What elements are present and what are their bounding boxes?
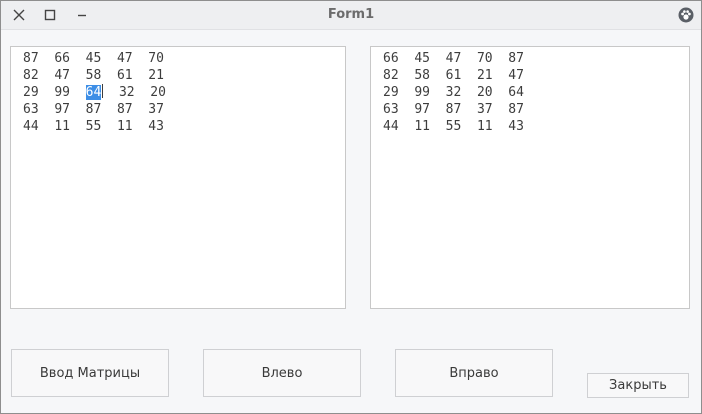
result-matrix-cell: 99 bbox=[414, 85, 430, 100]
source-matrix-cell: 97 bbox=[54, 102, 70, 117]
shift-left-button[interactable]: Влево bbox=[203, 349, 361, 397]
result-matrix-cell: 87 bbox=[508, 51, 524, 66]
result-matrix-cell: 20 bbox=[476, 85, 493, 100]
result-matrix-cell: 55 bbox=[445, 119, 462, 134]
title-bar: Form1 bbox=[1, 1, 701, 30]
source-matrix-cell: 29 bbox=[23, 85, 39, 100]
source-matrix-cell: 45 bbox=[85, 51, 102, 66]
source-matrix-cell: 87 bbox=[116, 102, 133, 117]
result-matrix-cell: 11 bbox=[476, 119, 493, 134]
source-matrix-cell: 47 bbox=[54, 68, 70, 83]
source-matrix-row: 82 47 58 61 21 bbox=[23, 67, 166, 84]
result-matrix-row: 66 45 47 70 87 bbox=[383, 50, 524, 67]
text-cursor bbox=[102, 84, 104, 98]
result-matrix-cell: 21 bbox=[476, 68, 493, 83]
result-matrix-cell: 43 bbox=[508, 119, 524, 134]
paw-icon bbox=[678, 7, 694, 23]
result-matrix-cell: 61 bbox=[445, 68, 462, 83]
result-matrix-textbox[interactable]: 66 45 47 70 87 82 58 61 21 47 29 99 32 20 … bbox=[370, 46, 690, 309]
result-matrix-cell: 45 bbox=[414, 51, 430, 66]
source-matrix-cell: 58 bbox=[85, 68, 102, 83]
result-matrix-cell: 66 bbox=[383, 51, 399, 66]
result-matrix-row: 82 58 61 21 47 bbox=[383, 67, 524, 84]
window-title: Form1 bbox=[327, 7, 375, 22]
result-matrix-cell: 87 bbox=[445, 102, 462, 117]
result-matrix-cell: 97 bbox=[414, 102, 430, 117]
source-matrix-cell: 63 bbox=[23, 102, 39, 117]
source-matrix-cell: 43 bbox=[148, 119, 164, 134]
source-matrix-cell: 82 bbox=[23, 68, 39, 83]
source-matrix-row: 44 11 55 11 43 bbox=[23, 118, 166, 135]
result-matrix-cell: 70 bbox=[476, 51, 493, 66]
source-matrix-cell: 11 bbox=[116, 119, 133, 134]
source-matrix-cell: 47 bbox=[116, 51, 133, 66]
result-matrix-cell: 82 bbox=[383, 68, 399, 83]
source-matrix-cell: 44 bbox=[23, 119, 39, 134]
input-matrix-button[interactable]: Ввод Матрицы bbox=[11, 349, 169, 397]
result-matrix-cell: 58 bbox=[414, 68, 430, 83]
result-matrix-cell: 44 bbox=[383, 119, 399, 134]
result-matrix-cell: 63 bbox=[383, 102, 399, 117]
source-matrix-textbox[interactable]: 87 66 45 47 70 82 47 58 61 21 29 99 64 32 … bbox=[10, 46, 346, 309]
result-matrix-cell: 29 bbox=[383, 85, 399, 100]
source-matrix-row: 29 99 64 32 20 bbox=[23, 84, 166, 101]
result-matrix-cell: 64 bbox=[508, 85, 524, 100]
result-matrix-row: 44 11 55 11 43 bbox=[383, 118, 524, 135]
source-matrix-cell: 99 bbox=[54, 85, 70, 100]
source-matrix-cell: 11 bbox=[54, 119, 70, 134]
shift-right-button[interactable]: Вправо bbox=[395, 349, 553, 397]
main-window: Form1 87 66 45 47 70 82 47 58 61 21 29 99 … bbox=[0, 0, 702, 414]
source-matrix-cell: 21 bbox=[148, 68, 164, 83]
result-matrix-row: 63 97 87 37 87 bbox=[383, 101, 524, 118]
source-matrix-cell: 70 bbox=[148, 51, 164, 66]
result-matrix-cell: 32 bbox=[445, 85, 462, 100]
source-matrix-row: 87 66 45 47 70 bbox=[23, 50, 166, 67]
source-matrix-text: 87 66 45 47 70 82 47 58 61 21 29 99 64 32 … bbox=[23, 50, 166, 135]
source-matrix-cell: 55 bbox=[85, 119, 102, 134]
result-matrix-text: 66 45 47 70 87 82 58 61 21 47 29 99 32 20 … bbox=[383, 50, 524, 135]
source-matrix-cell: 61 bbox=[116, 68, 133, 83]
source-matrix-cell: 32 bbox=[118, 85, 135, 100]
result-matrix-cell: 87 bbox=[508, 102, 524, 117]
source-matrix-cell: 87 bbox=[85, 102, 102, 117]
result-matrix-cell: 37 bbox=[476, 102, 493, 117]
result-matrix-row: 29 99 32 20 64 bbox=[383, 84, 524, 101]
close-form-button[interactable]: Закрыть bbox=[587, 373, 689, 398]
app-menu-button[interactable] bbox=[676, 5, 696, 25]
source-matrix-cell: 37 bbox=[148, 102, 164, 117]
source-matrix-cell: 87 bbox=[23, 51, 39, 66]
result-matrix-cell: 11 bbox=[414, 119, 430, 134]
result-matrix-cell: 47 bbox=[508, 68, 524, 83]
source-matrix-cell: 66 bbox=[54, 51, 70, 66]
source-matrix-selected-cell: 64 bbox=[85, 85, 102, 100]
source-matrix-row: 63 97 87 87 37 bbox=[23, 101, 166, 118]
result-matrix-cell: 47 bbox=[445, 51, 462, 66]
source-matrix-cell: 20 bbox=[150, 85, 166, 100]
